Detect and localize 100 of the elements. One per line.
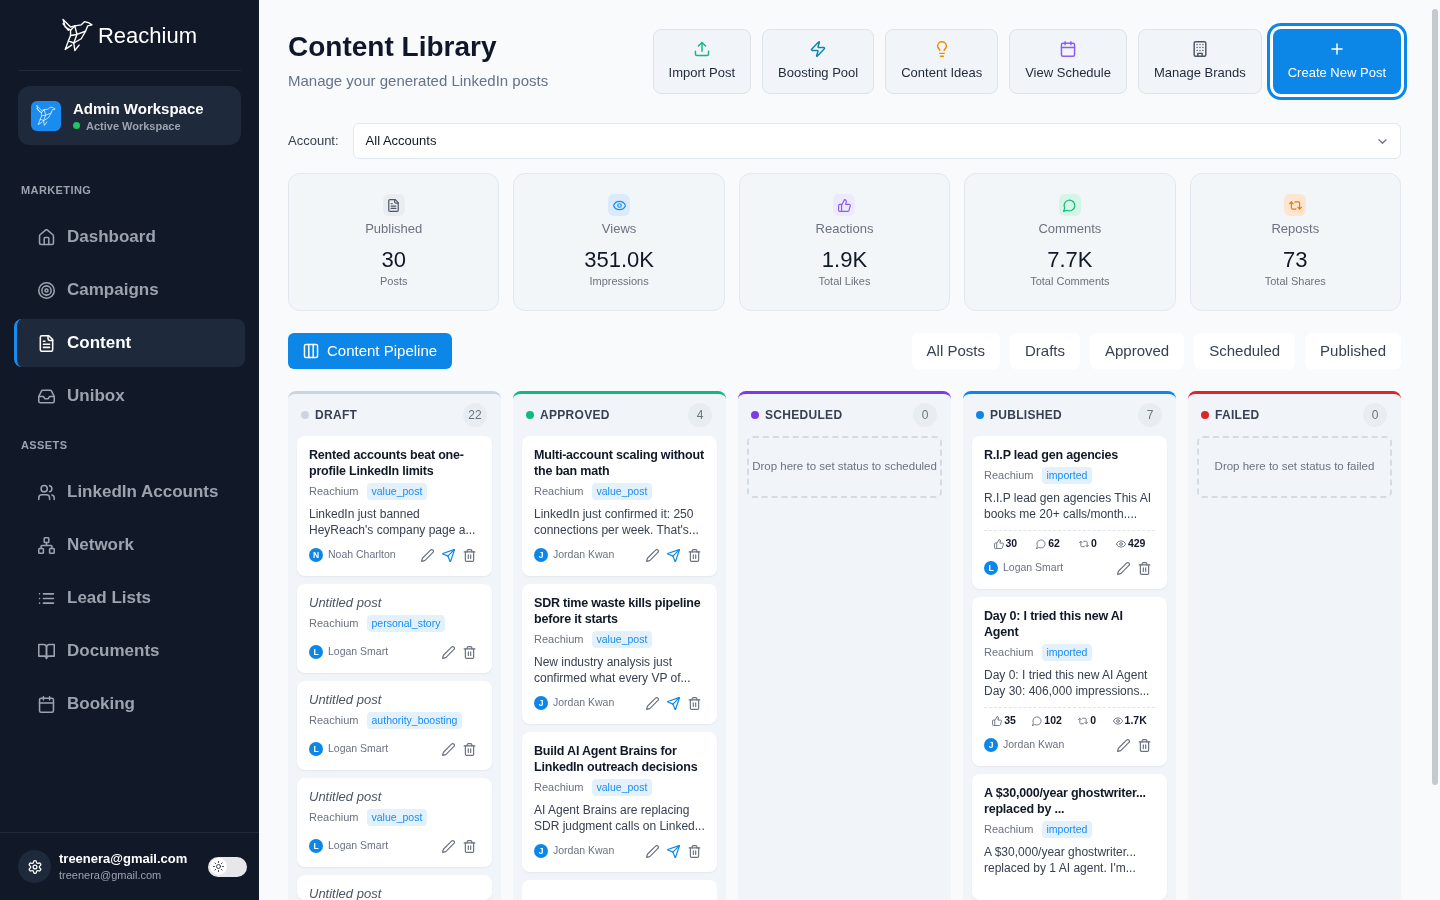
thumbs-up-icon <box>993 538 1004 549</box>
stat-caption: Total Shares <box>1264 274 1326 288</box>
pencil-icon[interactable] <box>442 742 455 756</box>
theme-toggle[interactable] <box>208 856 247 877</box>
pencil-icon[interactable] <box>1117 738 1130 752</box>
view-count: 429 <box>1127 535 1146 551</box>
author-name: Logan Smart <box>1003 560 1064 576</box>
post-card[interactable]: R.I.P lead gen agencies Reachium imported R.I.P lead gen agencies This AI books me 20+ calls/month.... 30 62 0 429 L Logan Smart <box>972 436 1167 589</box>
author-name: Logan Smart <box>328 644 389 660</box>
settings-icon[interactable] <box>18 850 51 883</box>
nav-item[interactable]: LinkedIn Accounts <box>14 468 245 516</box>
column-title: APPROVED <box>540 407 610 424</box>
post-type-tag: imported <box>1041 466 1093 484</box>
pencil-icon[interactable] <box>646 696 659 710</box>
post-card[interactable]: Build AI Agent Brains for LinkedIn outreach decisions Reachium value_post AI Agent Brains are replacing SDR judgment calls on Linked... J Jordan Kwan <box>522 732 717 872</box>
filter-tab[interactable]: All Posts <box>911 333 1000 369</box>
action-button[interactable]: Import Post <box>652 29 751 94</box>
post-card[interactable]: Untitled post Reachium authority_boosting L Logan Smart <box>297 681 492 770</box>
brand-label: Reachium <box>984 467 1034 483</box>
like-count: 30 <box>1005 535 1018 551</box>
filter-tab[interactable]: Approved <box>1090 333 1185 369</box>
post-type-tag: personal_story <box>366 614 446 632</box>
send-icon[interactable] <box>667 548 680 562</box>
inbox-icon <box>38 387 55 405</box>
nav-item[interactable]: Documents <box>14 627 245 675</box>
trash-icon[interactable] <box>463 839 476 853</box>
post-title: Untitled post <box>309 789 383 805</box>
pencil-icon[interactable] <box>1117 561 1130 575</box>
sitemap-icon <box>38 536 55 554</box>
post-card[interactable]: A $30,000/year ghostwriter... replaced by ... Reachium imported A $30,000/year ghostwriter... replaced by 1 AI agent. I'm... <box>972 774 1167 900</box>
trash-icon[interactable] <box>463 742 476 756</box>
nav-item[interactable]: Booking <box>14 680 245 728</box>
action-button[interactable]: Manage Brands <box>1137 29 1262 94</box>
trash-icon[interactable] <box>688 548 701 562</box>
author-name: Jordan Kwan <box>553 547 615 563</box>
repost-count: 0 <box>1090 712 1097 728</box>
trash-icon[interactable] <box>463 645 476 659</box>
column-title: SCHEDULED <box>765 407 843 424</box>
action-button[interactable]: View Schedule <box>1009 29 1127 94</box>
home-icon <box>38 228 55 246</box>
action-button[interactable]: Content Ideas <box>885 29 999 94</box>
post-card[interactable]: Untitled post Reachium personal_story L Logan Smart <box>297 584 492 673</box>
pencil-icon[interactable] <box>442 645 455 659</box>
nav-item[interactable]: Network <box>14 521 245 569</box>
column-count: 22 <box>463 403 487 427</box>
pipeline-view-button[interactable]: Content Pipeline <box>288 333 453 369</box>
post-title: R.I.P lead gen agencies <box>984 447 1120 463</box>
post-card[interactable]: Day 0: I tried this new AI Agent Reachium imported Day 0: I tried this new AI Agent Day 30: 406,000 impressions... 35 102 0 1.7K J Jordan Kwan <box>972 597 1167 766</box>
post-excerpt: A $30,000/year ghostwriter... replaced by 1 AI agent. I'm... <box>984 844 1138 876</box>
speech-bubble-icon <box>1036 538 1047 549</box>
filter-tab[interactable]: Drafts <box>1009 333 1080 369</box>
bird-icon <box>31 100 61 131</box>
post-card[interactable]: Multi-account scaling without the ban math Reachium value_post LinkedIn just confirmed it: 250 connections per week. That's... J Jordan Kwan <box>522 436 717 576</box>
post-excerpt: New industry analysis just confirmed what every VP of... <box>534 654 692 686</box>
thumbs-up-icon <box>833 194 856 216</box>
send-icon[interactable] <box>667 696 680 710</box>
brand-label: Reachium <box>309 483 359 499</box>
bird-icon <box>61 18 93 52</box>
post-card[interactable]: Untitled post <box>297 875 492 900</box>
trash-icon[interactable] <box>463 548 476 562</box>
post-title: Untitled post <box>309 886 383 900</box>
post-card[interactable]: SDR time waste kills pipeline before it starts Reachium value_post New industry analysis just confirmed what every VP of... J Jordan Kwan <box>522 584 717 724</box>
post-title: Multi-account scaling without the ban math <box>534 447 705 479</box>
trash-icon[interactable] <box>688 844 701 858</box>
scrollbar-thumb[interactable] <box>1432 9 1438 785</box>
sun-icon <box>210 858 227 875</box>
nav-item[interactable]: Lead Lists <box>14 574 245 622</box>
post-excerpt: Day 0: I tried this new AI Agent Day 30: 406,000 impressions... <box>984 667 1151 699</box>
stat-caption: Total Comments <box>1030 274 1110 288</box>
trash-icon[interactable] <box>1138 561 1151 575</box>
filter-tab[interactable]: Scheduled <box>1194 333 1296 369</box>
nav-item[interactable]: Content <box>14 319 245 367</box>
post-title: Rented accounts beat one-profile LinkedIn limits <box>309 447 465 479</box>
trash-icon[interactable] <box>1138 738 1151 752</box>
thumbs-up-icon <box>992 715 1003 726</box>
avatar: J <box>534 548 548 562</box>
pencil-icon[interactable] <box>442 839 455 853</box>
action-button[interactable]: Boosting Pool <box>762 29 875 94</box>
nav-item[interactable]: Dashboard <box>14 213 245 261</box>
account-select[interactable]: All Accounts <box>352 123 1401 159</box>
brand-name: Reachium <box>97 21 197 50</box>
stat-value: 351.0K <box>584 247 654 273</box>
column-title: FAILED <box>1215 407 1260 424</box>
post-type-tag: imported <box>1041 643 1093 661</box>
workspace-card[interactable]: Admin Workspace Active Workspace <box>18 86 241 145</box>
nav-item[interactable]: Unibox <box>14 372 245 420</box>
avatar: L <box>984 561 998 575</box>
trash-icon[interactable] <box>688 696 701 710</box>
post-card[interactable]: Untitled post Reachium value_post L Logan Smart <box>297 778 492 867</box>
send-icon[interactable] <box>442 548 455 562</box>
pencil-icon[interactable] <box>421 548 434 562</box>
pencil-icon[interactable] <box>646 844 659 858</box>
author-name: Jordan Kwan <box>1003 737 1065 753</box>
nav-item[interactable]: Campaigns <box>14 266 245 314</box>
filter-tab[interactable]: Published <box>1305 333 1401 369</box>
send-icon[interactable] <box>667 844 680 858</box>
calendar-icon <box>1060 40 1077 57</box>
page-subtitle: Manage your generated LinkedIn posts <box>288 71 549 91</box>
post-card[interactable]: Rented accounts beat one-profile LinkedIn limits Reachium value_post LinkedIn just banned HeyReach's company page a... N Noah Charlton <box>297 436 492 576</box>
pencil-icon[interactable] <box>646 548 659 562</box>
